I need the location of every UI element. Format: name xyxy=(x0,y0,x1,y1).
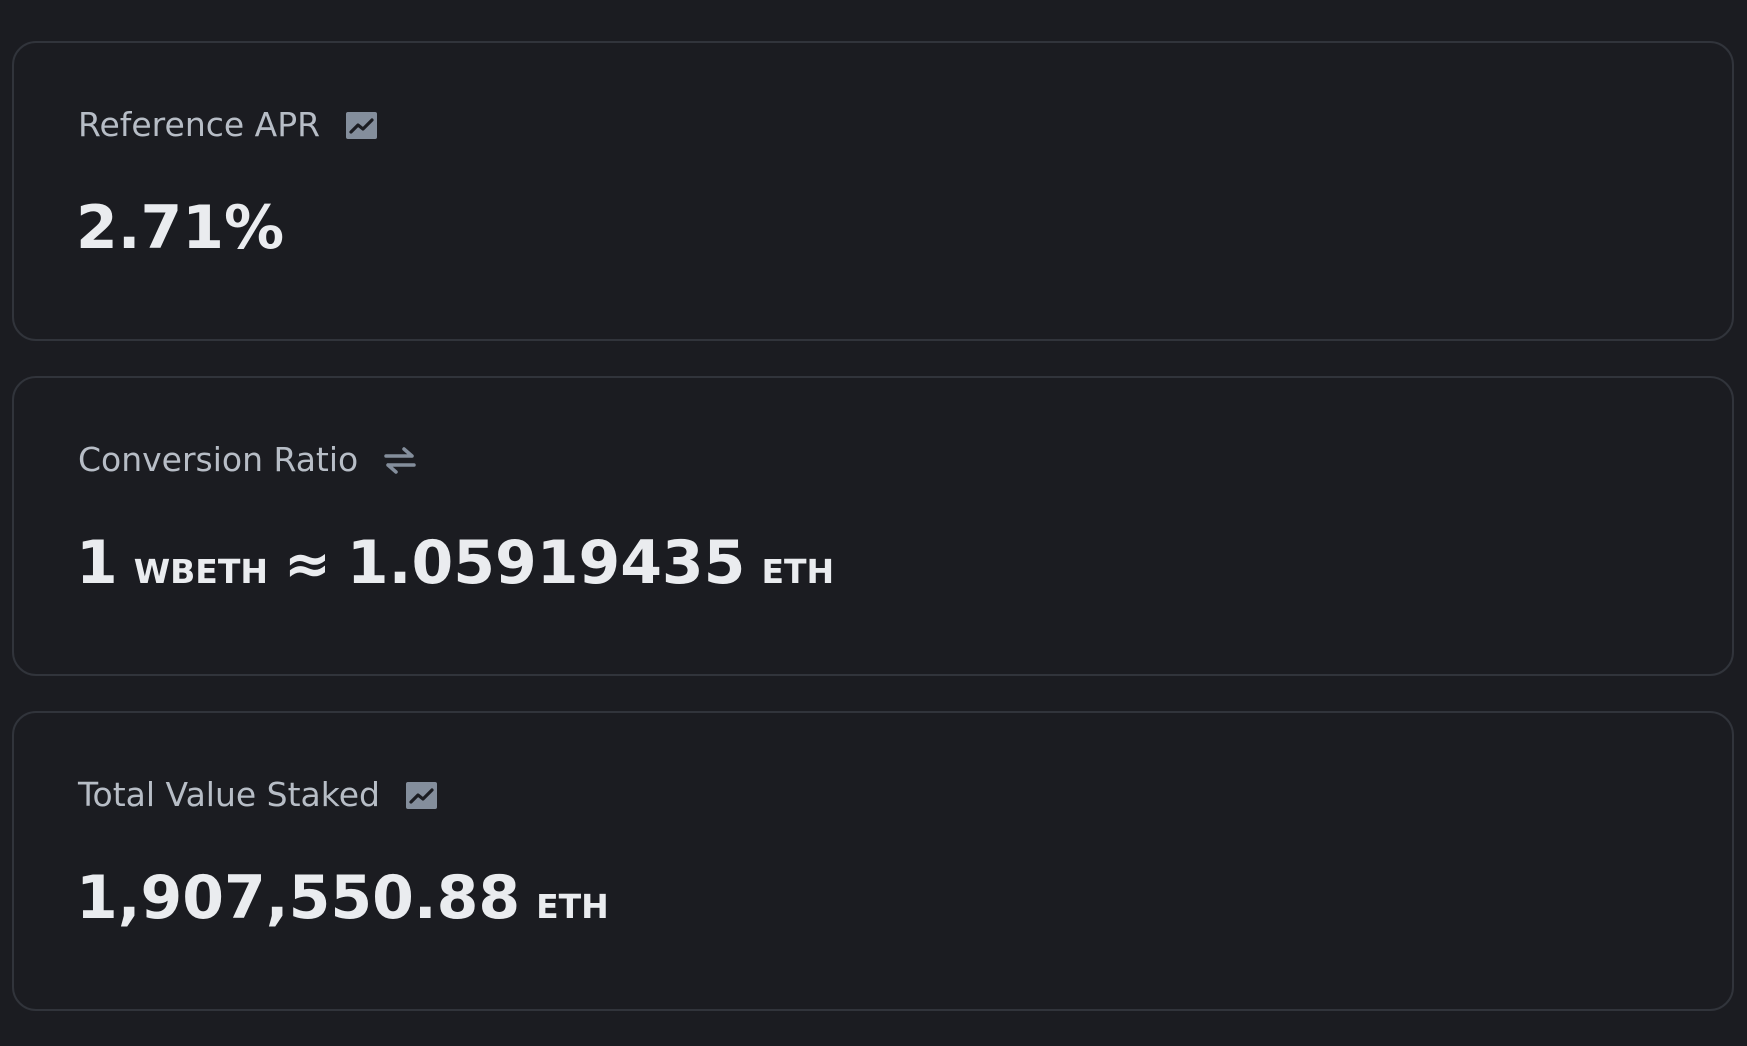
conversion-lhs-amount: 1 xyxy=(76,528,118,598)
total-value-staked-label: Total Value Staked xyxy=(78,775,380,814)
total-value-staked-value-row: 1,907,550.88 ETH xyxy=(76,863,609,933)
swap-icon[interactable] xyxy=(384,446,416,474)
conversion-lhs-unit: WBETH xyxy=(133,552,268,591)
reference-apr-value-row: 2.71% xyxy=(76,193,284,263)
approx-symbol: ≈ xyxy=(283,532,331,597)
chart-icon[interactable] xyxy=(346,111,378,139)
reference-apr-value: 2.71% xyxy=(76,193,285,263)
total-value-staked-unit: ETH xyxy=(536,887,609,926)
total-value-staked-header: Total Value Staked xyxy=(78,775,437,815)
reference-apr-label: Reference APR xyxy=(78,105,321,144)
conversion-ratio-header: Conversion Ratio xyxy=(78,440,416,480)
conversion-ratio-card: Conversion Ratio 1 WBETH ≈ 1.05919435 ET… xyxy=(12,376,1734,676)
chart-icon[interactable] xyxy=(405,781,437,809)
reference-apr-header: Reference APR xyxy=(78,105,378,145)
total-value-staked-card: Total Value Staked 1,907,550.88 ETH xyxy=(12,711,1734,1011)
total-value-staked-value: 1,907,550.88 xyxy=(76,863,521,933)
conversion-rhs-unit: ETH xyxy=(761,552,835,591)
staking-stats-panel: Reference APR 2.71% Conversion Ratio 1 W… xyxy=(0,0,1747,1046)
conversion-ratio-label: Conversion Ratio xyxy=(78,440,359,479)
reference-apr-card: Reference APR 2.71% xyxy=(12,41,1734,341)
conversion-ratio-value-row: 1 WBETH ≈ 1.05919435 ETH xyxy=(76,528,834,598)
conversion-rhs-amount: 1.05919435 xyxy=(346,528,746,598)
